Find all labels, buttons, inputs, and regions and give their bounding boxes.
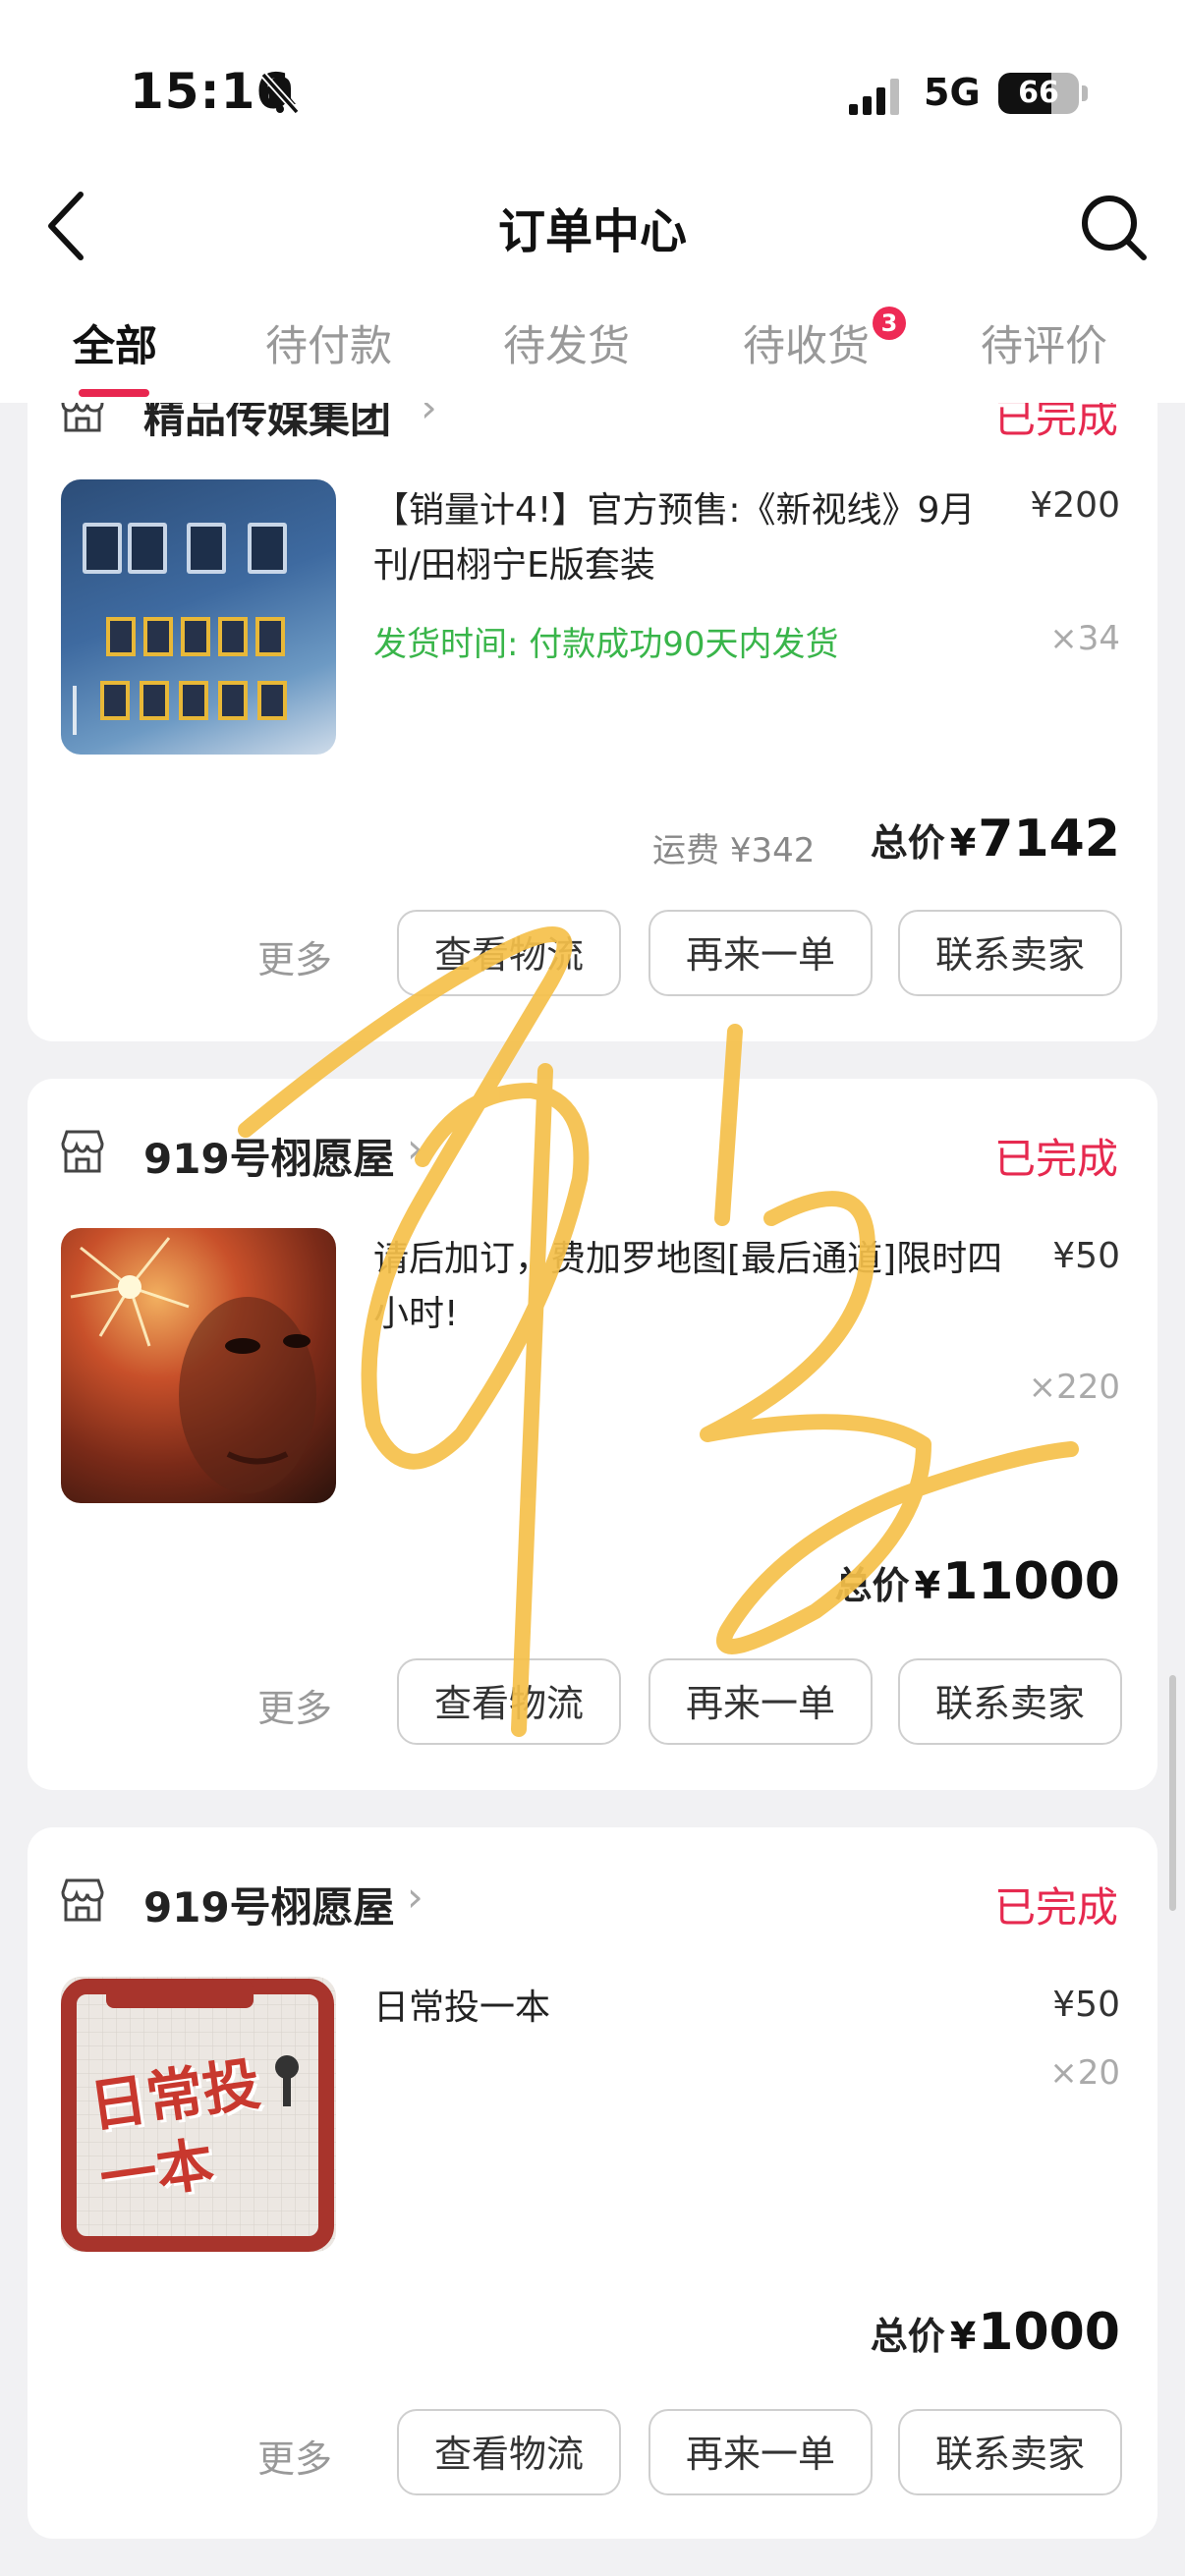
thumbnail-label: 日常投一本: [85, 2049, 264, 2212]
unit-price: ¥50: [1052, 1236, 1120, 1276]
quantity: ×220: [1028, 1368, 1120, 1407]
contact-seller-button[interactable]: 联系卖家: [898, 1658, 1122, 1745]
page-title: 订单中心: [497, 204, 687, 259]
active-tab-indicator: [79, 389, 149, 397]
store-icon: [61, 1130, 104, 1173]
total-value: 11000: [942, 1552, 1120, 1611]
search-icon[interactable]: [1077, 191, 1150, 263]
freight-text: 运费 ¥342: [652, 823, 815, 871]
total-label: 总价: [870, 821, 945, 865]
scrollbar[interactable]: [1169, 1675, 1176, 1911]
total-row: 总价 ¥7142: [871, 810, 1120, 868]
order-card[interactable]: 919号栩愿屋 › 已完成 日常投一本 日常投一本 ¥50 ×20 总价 ¥10…: [28, 1827, 1157, 2539]
battery-level: 66: [1018, 76, 1059, 110]
network-type: 5G: [924, 71, 981, 114]
order-card[interactable]: 精品传媒集团 › 已完成 【销量计4!】官方预售:《新视线》9月刊/田栩宁E版套…: [28, 324, 1157, 1041]
total-label: 总价: [870, 2315, 945, 2358]
more-button[interactable]: 更多: [257, 1678, 332, 1732]
notification-badge: 3: [873, 307, 906, 340]
freight-amount: ¥342: [729, 831, 816, 870]
total-value: 1000: [978, 2303, 1120, 2362]
order-status: 已完成: [993, 1135, 1118, 1183]
currency-symbol: ¥: [949, 2315, 977, 2358]
tab-pending-shipment[interactable]: 待发货: [503, 312, 630, 373]
shop-header[interactable]: 919号栩愿屋 › 已完成: [28, 1124, 1157, 1183]
unit-price: ¥50: [1052, 1985, 1120, 2025]
total-row: 总价 ¥1000: [871, 2303, 1120, 2362]
total-label: 总价: [834, 1564, 910, 1607]
unit-price: ¥200: [1030, 485, 1120, 526]
total-row: 总价 ¥11000: [835, 1552, 1120, 1611]
product-thumbnail[interactable]: [61, 479, 336, 755]
view-logistics-button[interactable]: 查看物流: [397, 2409, 621, 2495]
cellular-signal-icon: [849, 79, 899, 115]
tab-pending-payment[interactable]: 待付款: [265, 312, 392, 373]
currency-symbol: ¥: [914, 1564, 941, 1607]
quantity: ×20: [1049, 2053, 1120, 2093]
tab-all[interactable]: 全部: [73, 312, 157, 373]
reorder-button[interactable]: 再来一单: [649, 910, 873, 996]
reorder-button[interactable]: 再来一单: [649, 1658, 873, 1745]
bell-muted-icon: [260, 72, 300, 115]
header-bar: 15:16 5G 66 订单中心 全部 待付款 待发货 待收货 3 待评价: [0, 0, 1185, 403]
total-amount: ¥1000: [950, 2303, 1120, 2362]
tab-label: 待收货: [743, 322, 870, 371]
contact-seller-button[interactable]: 联系卖家: [898, 2409, 1122, 2495]
tab-pending-review[interactable]: 待评价: [981, 312, 1107, 373]
shipping-note: 发货时间: 付款成功90天内发货: [373, 625, 839, 664]
product-title[interactable]: 日常投一本: [373, 1981, 1012, 2036]
freight-label: 运费: [652, 831, 719, 870]
battery-tip: [1082, 85, 1088, 101]
view-logistics-button[interactable]: 查看物流: [397, 910, 621, 996]
more-button[interactable]: 更多: [257, 929, 332, 983]
reorder-button[interactable]: 再来一单: [649, 2409, 873, 2495]
total-amount: ¥11000: [915, 1552, 1120, 1611]
shop-name: 919号栩愿屋: [143, 1135, 395, 1183]
chevron-right-icon: ›: [407, 1873, 423, 1921]
chevron-right-icon: ›: [407, 1124, 423, 1172]
total-amount: ¥7142: [950, 810, 1120, 868]
order-tabs: 全部 待付款 待发货 待收货 3 待评价: [0, 307, 1185, 401]
currency-symbol: ¥: [949, 821, 977, 865]
product-title[interactable]: 【销量计4!】官方预售:《新视线》9月刊/田栩宁E版套装: [373, 483, 1012, 593]
product-title[interactable]: 请后加订，费加罗地图[最后通道]限时四小时!: [373, 1232, 1012, 1342]
more-button[interactable]: 更多: [257, 2429, 332, 2483]
store-icon: [61, 1878, 104, 1922]
shop-name: 919号栩愿屋: [143, 1883, 395, 1932]
contact-seller-button[interactable]: 联系卖家: [898, 910, 1122, 996]
tab-pending-receipt[interactable]: 待收货 3: [743, 307, 906, 373]
product-thumbnail[interactable]: 日常投一本: [61, 1977, 336, 2252]
product-thumbnail[interactable]: [61, 1228, 336, 1503]
total-value: 7142: [978, 810, 1120, 868]
battery-icon: 66: [998, 73, 1079, 114]
quantity: ×34: [1049, 619, 1120, 658]
shop-header[interactable]: 919号栩愿屋 › 已完成: [28, 1873, 1157, 1932]
view-logistics-button[interactable]: 查看物流: [397, 1658, 621, 1745]
order-status: 已完成: [993, 1883, 1118, 1932]
order-card[interactable]: 919号栩愿屋 › 已完成 请后加订，费加罗地图[最后通道]限时四小时! ¥50…: [28, 1079, 1157, 1790]
